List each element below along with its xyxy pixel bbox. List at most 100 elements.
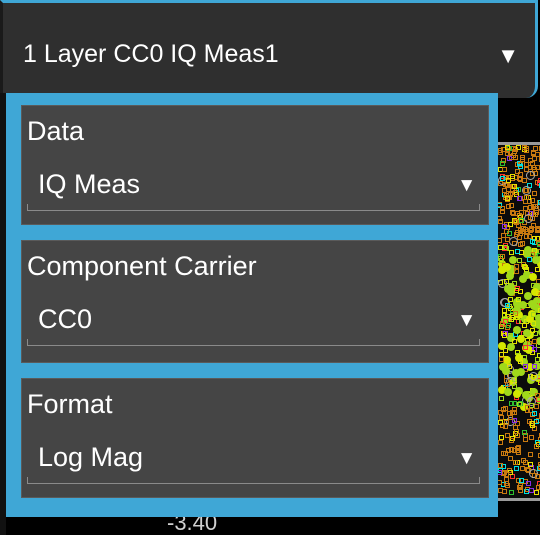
constellation-point — [514, 429, 520, 435]
constellation-point — [520, 156, 526, 162]
constellation-point — [502, 406, 508, 412]
constellation-point — [505, 178, 511, 184]
constellation-point — [518, 217, 524, 223]
constellation-point — [527, 257, 533, 262]
constellation-point — [511, 401, 517, 407]
constellation-point — [513, 219, 519, 225]
constellation-point — [529, 434, 535, 440]
format-select[interactable]: Log Mag ▼ — [27, 434, 480, 488]
constellation-point — [530, 327, 536, 333]
constellation-point — [500, 176, 506, 182]
constellation-point — [513, 389, 522, 398]
constellation-point — [499, 160, 505, 166]
constellation-point — [535, 164, 540, 170]
constellation-point — [508, 237, 518, 247]
format-label: Format — [27, 389, 113, 419]
format-group: Format Log Mag ▼ — [21, 378, 489, 498]
chevron-down-icon: ▼ — [497, 43, 519, 68]
constellation-point — [514, 268, 520, 274]
constellation-point — [498, 149, 504, 155]
trace-selector-dropdown[interactable]: 1 Layer CC0 IQ Meas1 ▼ — [0, 0, 538, 98]
constellation-point — [530, 421, 536, 427]
constellation-point — [498, 463, 504, 469]
constellation-point — [531, 411, 537, 417]
constellation-point — [527, 158, 533, 163]
chevron-down-icon: ▼ — [457, 448, 476, 469]
constellation-point — [505, 190, 511, 196]
constellation-point — [525, 391, 531, 397]
component-carrier-select[interactable]: CC0 ▼ — [27, 296, 480, 350]
trace-settings-panel: Data IQ Meas ▼ Component Carrier CC0 ▼ F… — [6, 93, 498, 517]
trace-selector-label: 1 Layer CC0 IQ Meas1 — [23, 40, 279, 68]
constellation-point — [497, 341, 506, 350]
constellation-point — [532, 191, 538, 197]
constellation-point — [504, 196, 510, 202]
constellation-point — [522, 322, 528, 328]
constellation-point — [498, 219, 504, 225]
constellation-point — [536, 291, 540, 296]
constellation-point — [530, 321, 536, 327]
constellation-point — [510, 474, 516, 480]
constellation-point — [519, 241, 525, 247]
constellation-point — [498, 439, 504, 445]
constellation-point — [527, 462, 533, 468]
constellation-point — [534, 205, 540, 211]
constellation-point — [504, 302, 510, 308]
component-carrier-value: CC0 — [38, 304, 93, 334]
constellation-point — [532, 338, 537, 344]
constellation-point — [513, 325, 521, 334]
constellation-point — [504, 279, 510, 285]
constellation-point — [527, 451, 533, 457]
constellation-point — [509, 256, 517, 265]
constellation-plot — [497, 142, 540, 501]
constellation-point — [516, 195, 522, 201]
constellation-point — [512, 460, 518, 465]
constellation-point — [522, 344, 528, 350]
constellation-point — [514, 354, 523, 363]
constellation-point — [512, 383, 518, 389]
component-carrier-group: Component Carrier CC0 ▼ — [21, 240, 489, 363]
constellation-point — [514, 465, 520, 471]
constellation-point — [524, 195, 530, 201]
constellation-point — [518, 487, 524, 493]
constellation-point — [533, 490, 539, 496]
constellation-point — [514, 249, 520, 255]
constellation-point — [526, 480, 532, 486]
select-underline — [27, 477, 480, 484]
constellation-point — [520, 466, 526, 472]
constellation-point — [504, 145, 510, 151]
constellation-point — [520, 457, 526, 463]
data-select[interactable]: IQ Meas ▼ — [27, 161, 480, 215]
constellation-point — [532, 145, 538, 151]
constellation-point — [499, 209, 505, 215]
constellation-point — [535, 474, 540, 479]
constellation-point — [535, 225, 540, 231]
constellation-point — [522, 354, 528, 360]
constellation-point — [530, 349, 535, 355]
component-carrier-label: Component Carrier — [27, 251, 257, 281]
constellation-point — [519, 249, 525, 255]
constellation-point — [505, 236, 510, 242]
constellation-point — [509, 173, 515, 179]
constellation-point — [516, 176, 522, 182]
constellation-point — [502, 224, 508, 230]
constellation-point — [509, 409, 515, 415]
constellation-point — [534, 393, 540, 399]
constellation-point — [524, 147, 530, 153]
constellation-point — [523, 162, 529, 168]
constellation-point — [512, 377, 518, 383]
constellation-point — [508, 447, 514, 453]
constellation-point — [509, 437, 514, 443]
constellation-point — [532, 363, 538, 369]
constellation-point — [521, 429, 527, 435]
constellation-point — [511, 183, 517, 189]
constellation-point — [509, 314, 515, 320]
constellation-point — [515, 230, 521, 236]
constellation-point — [517, 257, 523, 263]
constellation-point — [511, 149, 517, 154]
constellation-point — [528, 273, 537, 282]
constellation-point — [528, 164, 534, 170]
constellation-point — [499, 435, 504, 441]
constellation-point — [508, 414, 514, 420]
constellation-point — [503, 420, 509, 426]
